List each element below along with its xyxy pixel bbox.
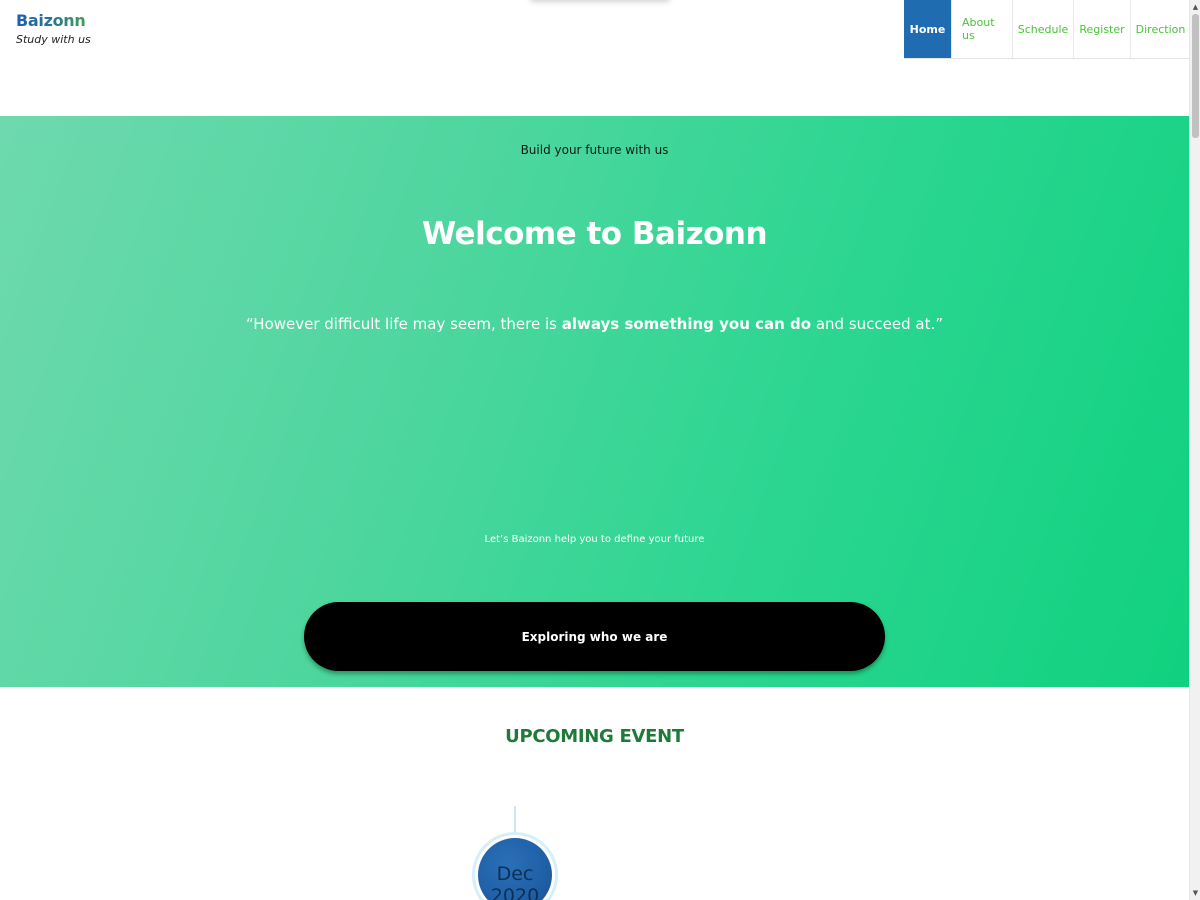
- main-nav: Home About us Schedule Register Directio…: [904, 0, 1190, 59]
- hero-subtitle: Build your future with us: [520, 143, 669, 157]
- nav-item-direction[interactable]: Direction: [1130, 0, 1190, 58]
- brand-name: Baizonn: [16, 11, 91, 31]
- hero-quote: “However difficult life may seem, there …: [0, 315, 1189, 333]
- hero-title: Welcome to Baizonn: [421, 216, 768, 252]
- event-year: 2020: [490, 885, 540, 900]
- brand-logo[interactable]: Baizonn Study with us: [16, 11, 91, 46]
- nav-item-about-us[interactable]: About us: [951, 0, 1012, 58]
- nav-item-register[interactable]: Register: [1073, 0, 1130, 58]
- hero-section: Build your future with us Welcome to Bai…: [0, 116, 1189, 687]
- explore-button[interactable]: Exploring who we are: [304, 602, 885, 671]
- quote-emphasis: always something you can do: [561, 315, 812, 333]
- hero-cta-text: Let’s Baizonn help you to define your fu…: [484, 534, 705, 545]
- brand-tagline: Study with us: [16, 33, 91, 46]
- quote-start: “However difficult life may seem, there …: [245, 315, 562, 333]
- event-month: Dec: [496, 863, 534, 885]
- nav-item-home[interactable]: Home: [904, 0, 951, 58]
- scrollbar-thumb[interactable]: [1192, 14, 1199, 138]
- triangle-up-icon[interactable]: ▲: [1190, 2, 1200, 12]
- page-scrollbar[interactable]: ▲ ▼: [1189, 0, 1200, 900]
- upcoming-event-heading: UPCOMING EVENT: [505, 726, 684, 747]
- nav-item-schedule[interactable]: Schedule: [1012, 0, 1073, 58]
- page: Baizonn Study with us Home About us Sche…: [0, 0, 1200, 900]
- triangle-down-icon[interactable]: ▼: [1190, 888, 1200, 898]
- event-date-badge[interactable]: Dec 2020: [478, 838, 552, 900]
- quote-end: and succeed at.”: [811, 315, 943, 333]
